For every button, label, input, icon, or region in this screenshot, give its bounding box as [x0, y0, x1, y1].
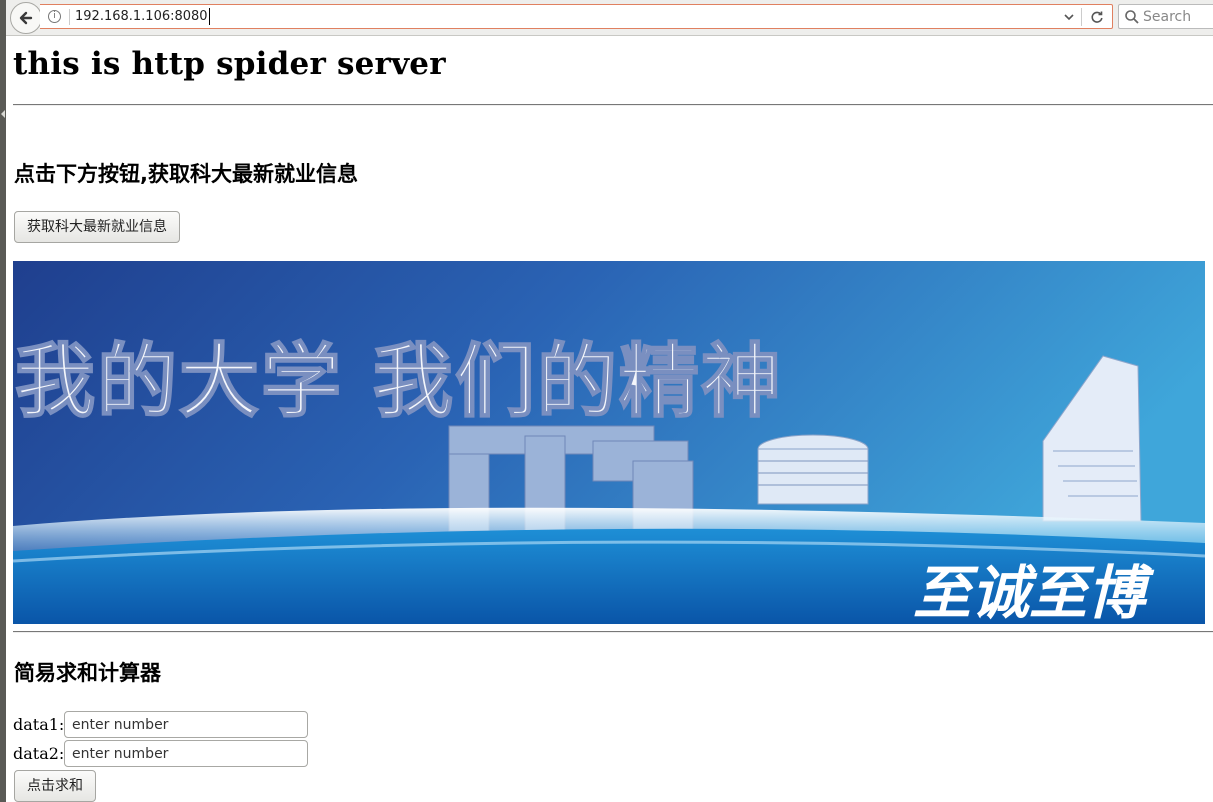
- url-separator: [69, 9, 70, 25]
- search-bar[interactable]: Search: [1118, 4, 1213, 29]
- banner-slogan: 我的大学 我们的精神: [15, 335, 783, 428]
- divider-2: [13, 631, 1213, 633]
- fetch-jobs-button[interactable]: 获取科大最新就业信息: [14, 211, 180, 243]
- banner-motto: 至诚至博: [913, 559, 1155, 624]
- back-button[interactable]: [10, 2, 42, 34]
- data2-label: data2:: [13, 744, 65, 763]
- search-placeholder: Search: [1143, 9, 1192, 25]
- url-separator-2: [1081, 8, 1082, 26]
- divider: [13, 104, 1213, 106]
- data1-input[interactable]: [64, 711, 308, 738]
- window-edge-arrow-icon: [1, 110, 5, 118]
- url-bar[interactable]: i 192.168.1.106:8080: [40, 4, 1113, 29]
- reload-icon[interactable]: [1090, 10, 1104, 24]
- chevron-down-icon[interactable]: [1062, 10, 1076, 24]
- university-banner: 我的大学 我们的精神 至诚至博: [13, 261, 1205, 624]
- browser-toolbar: i 192.168.1.106:8080 Search: [6, 0, 1213, 36]
- search-icon: [1125, 10, 1139, 24]
- data1-label: data1:: [13, 715, 65, 734]
- page-title: this is http spider server: [13, 46, 446, 82]
- back-arrow-icon: [19, 11, 33, 25]
- data2-input[interactable]: [64, 740, 308, 767]
- url-text[interactable]: 192.168.1.106:8080: [75, 8, 210, 25]
- page-content: this is http spider server 点击下方按钮,获取科大最新…: [6, 37, 1213, 802]
- sum-button[interactable]: 点击求和: [14, 770, 96, 802]
- calculator-heading: 简易求和计算器: [14, 661, 161, 685]
- jobs-heading: 点击下方按钮,获取科大最新就业信息: [14, 162, 358, 186]
- page-info-icon[interactable]: i: [48, 10, 61, 23]
